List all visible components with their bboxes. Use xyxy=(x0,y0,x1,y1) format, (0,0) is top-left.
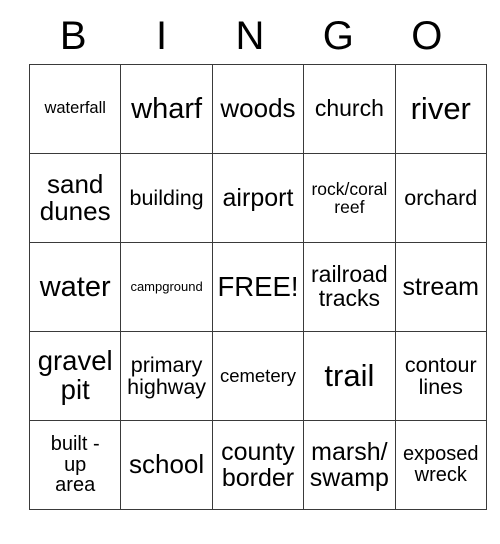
header-letter-b: B xyxy=(59,14,87,58)
bingo-cell-label: exposed wreck xyxy=(402,443,479,486)
bingo-cell[interactable]: county border xyxy=(211,420,305,510)
bingo-cell[interactable]: trail xyxy=(303,331,396,421)
bingo-cell[interactable]: railroad tracks xyxy=(303,242,396,332)
bingo-card: B I N G O waterfall wharf woods church r… xyxy=(28,8,487,510)
bingo-cell[interactable]: building xyxy=(120,153,213,243)
bingo-cell[interactable]: woods xyxy=(211,64,305,154)
bingo-row: waterfall wharf woods church river xyxy=(28,64,487,154)
bingo-cell-label: FREE! xyxy=(217,270,299,302)
bingo-cell-label: railroad tracks xyxy=(311,261,388,311)
bingo-cell[interactable]: orchard xyxy=(394,153,487,243)
bingo-row: gravel pit primary highway cemetery trai… xyxy=(28,331,487,421)
bingo-cell-label: church xyxy=(314,95,384,122)
bingo-cell-label: trail xyxy=(324,357,375,393)
bingo-cell-label: building xyxy=(129,185,204,210)
bingo-cell-label: sand dunes xyxy=(39,168,111,226)
bingo-cell-label: contour lines xyxy=(404,352,477,399)
bingo-cell[interactable]: primary highway xyxy=(120,331,213,421)
bingo-cell-label: woods xyxy=(220,93,296,124)
bingo-cell-label: waterfall xyxy=(44,99,106,118)
bingo-cell[interactable]: contour lines xyxy=(394,331,487,421)
bingo-grid: waterfall wharf woods church river sand … xyxy=(28,64,487,510)
bingo-cell-label: airport xyxy=(222,184,294,212)
bingo-cell-label: stream xyxy=(402,273,479,301)
header-letter-o: O xyxy=(411,14,443,58)
bingo-cell[interactable]: built - up area xyxy=(28,420,122,510)
header-letter-g: G xyxy=(322,14,354,58)
bingo-cell[interactable]: sand dunes xyxy=(28,153,122,243)
bingo-cell[interactable]: marsh/ swamp xyxy=(303,420,396,510)
bingo-cell[interactable]: cemetery xyxy=(211,331,305,421)
bingo-cell-label: water xyxy=(39,270,111,303)
bingo-cell[interactable]: exposed wreck xyxy=(394,420,487,510)
bingo-cell[interactable]: stream xyxy=(394,242,487,332)
bingo-cell-label: campground xyxy=(130,279,203,295)
bingo-row: water campground FREE! railroad tracks s… xyxy=(28,242,487,332)
bingo-cell[interactable]: gravel pit xyxy=(28,331,122,421)
bingo-cell-label: gravel pit xyxy=(37,345,113,405)
bingo-cell[interactable]: airport xyxy=(211,153,305,243)
bingo-cell[interactable]: church xyxy=(303,64,396,154)
bingo-cell[interactable]: river xyxy=(394,64,487,154)
bingo-row: built - up area school county border mar… xyxy=(28,420,487,510)
bingo-header-row: B I N G O xyxy=(29,8,471,64)
bingo-cell-label: wharf xyxy=(131,92,203,125)
bingo-cell-label: built - up area xyxy=(50,432,100,497)
bingo-row: sand dunes building airport rock/coral r… xyxy=(28,153,487,243)
bingo-cell-free[interactable]: FREE! xyxy=(211,242,305,332)
bingo-cell-label: orchard xyxy=(404,185,478,210)
bingo-cell-label: river xyxy=(410,90,471,126)
bingo-cell-label: rock/coral reef xyxy=(311,178,388,217)
header-letter-i: I xyxy=(156,14,168,58)
bingo-cell[interactable]: wharf xyxy=(120,64,213,154)
bingo-cell[interactable]: school xyxy=(120,420,213,510)
bingo-cell-label: marsh/ swamp xyxy=(309,438,389,492)
bingo-cell[interactable]: waterfall xyxy=(28,64,122,154)
bingo-cell-label: primary highway xyxy=(127,352,207,399)
header-letter-n: N xyxy=(235,14,265,58)
bingo-cell-label: cemetery xyxy=(219,365,297,387)
bingo-cell[interactable]: campground xyxy=(120,242,213,332)
bingo-cell[interactable]: rock/coral reef xyxy=(303,153,396,243)
bingo-cell-label: county border xyxy=(221,438,295,492)
bingo-cell[interactable]: water xyxy=(28,242,122,332)
bingo-cell-label: school xyxy=(129,449,205,480)
